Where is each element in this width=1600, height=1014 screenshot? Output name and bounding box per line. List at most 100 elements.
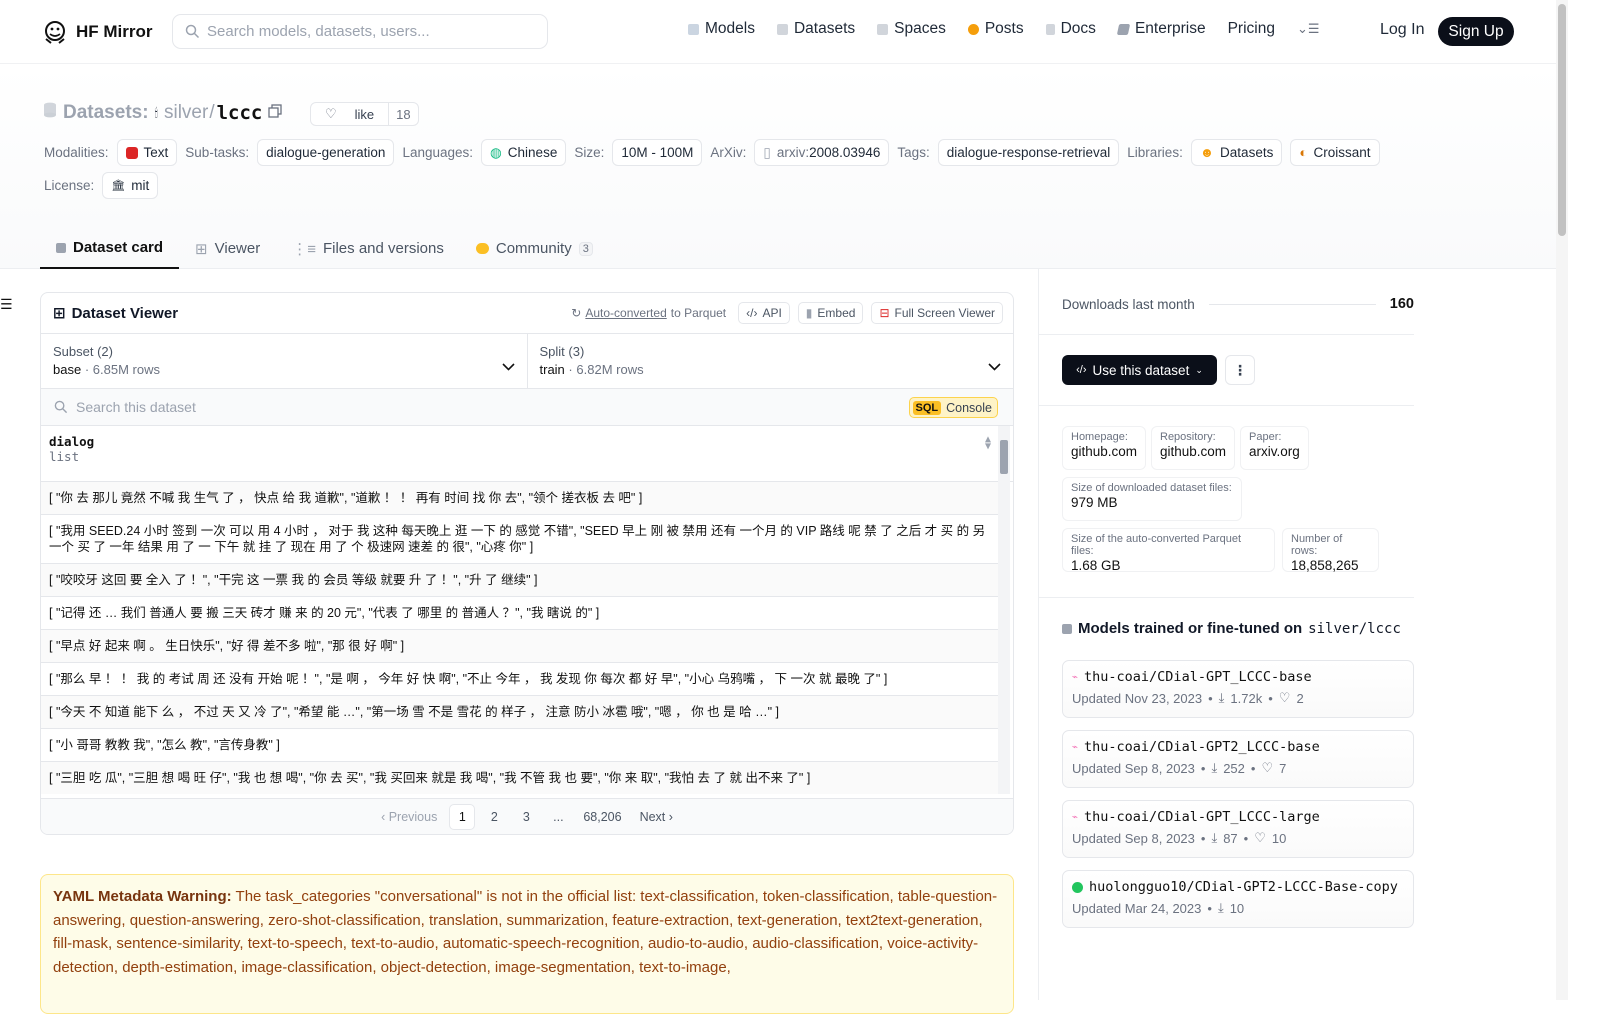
tab-files[interactable]: ⋮≡ Files and versions	[276, 228, 460, 269]
dataset-viewer: ⊞ Dataset Viewer ↻ Auto-converted to Parque…	[40, 292, 1014, 835]
models-title-text: Models trained or fine-tuned on	[1078, 620, 1303, 637]
model-downloads: 1.72k	[1230, 690, 1263, 706]
fullscreen-label: Full Screen Viewer	[894, 306, 996, 320]
models-repo: silver/lccc	[1308, 620, 1401, 637]
table-scrollbar[interactable]	[998, 426, 1010, 794]
models-icon	[688, 23, 699, 35]
split-value-wrap: train · 6.82M rows	[540, 362, 1002, 377]
column-type: list	[49, 449, 80, 464]
subtasks-label: Sub-tasks:	[185, 145, 250, 160]
sql-console-button[interactable]: SQL Console	[908, 397, 998, 418]
tab-viewer[interactable]: ⊞ Viewer	[179, 228, 276, 269]
previous-page-button[interactable]: ‹ Previous	[375, 804, 443, 830]
table-row[interactable]: [ "记得 还 … 我们 普通人 要 搬 三天 砖才 赚 来 的 20 元", …	[41, 597, 999, 630]
model-updated: Updated Sep 8, 2023	[1072, 830, 1195, 846]
downloads-stat: Downloads last month 160	[1062, 296, 1414, 312]
language-chip[interactable]: ◍ Chinese	[481, 139, 567, 166]
homepage-label: Homepage:	[1071, 431, 1128, 443]
download-icon: ⤓	[1211, 830, 1218, 845]
sort-icon[interactable]: ▲ ▼	[985, 435, 991, 452]
arxiv-label: ArXiv:	[710, 145, 747, 160]
arxiv-id: 2008.03946	[809, 145, 881, 160]
subset-select[interactable]: Subset (2) base · 6.85M rows	[41, 334, 527, 388]
dataset-card-icon	[56, 242, 66, 253]
auto-converted-link[interactable]: Auto-converted	[585, 306, 666, 320]
dataset-search-input[interactable]: Search this dataset SQL Console	[41, 389, 1013, 426]
split-select[interactable]: Split (3) train · 6.82M rows	[526, 334, 1014, 388]
model-name: huolongguo10/CDial-GPT2-LCCC-Base-copy	[1089, 879, 1398, 895]
global-search-input[interactable]: Search models, datasets, users...	[172, 14, 548, 49]
library-croissant-chip[interactable]: ◐ Croissant	[1290, 139, 1380, 166]
breadcrumb-repo[interactable]: lccc	[217, 102, 263, 124]
nav-posts[interactable]: Posts	[967, 20, 1024, 38]
modality-chip[interactable]: Text	[116, 139, 178, 166]
like-label-wrap: ♡ like	[311, 103, 388, 125]
model-likes: 7	[1279, 760, 1287, 776]
model-card[interactable]: ⌁ thu-coai/CDial-GPT_LCCC-base Updated Nov…	[1062, 660, 1414, 718]
subtask-chip[interactable]: dialogue-generation	[257, 139, 395, 166]
table-row[interactable]: [ "咬咬牙 这回 要 全入 了 ！", "干完 这 一票 我 的 会员 等级 …	[41, 564, 999, 597]
license-label: License:	[44, 178, 95, 193]
scroll-thumb[interactable]	[1000, 440, 1008, 474]
breadcrumb-owner[interactable]: silver	[164, 102, 208, 124]
toc-menu-icon[interactable]: ☰	[0, 296, 13, 313]
embed-button[interactable]: ▮ Embed	[797, 302, 864, 324]
tab-dataset-card[interactable]: Dataset card	[40, 228, 180, 269]
license-chip[interactable]: 🏛 mit	[102, 172, 159, 199]
page-1-button[interactable]: 1	[449, 803, 476, 830]
model-card[interactable]: ⌁ thu-coai/CDial-GPT_LCCC-large Updated Se…	[1062, 800, 1414, 858]
table-row[interactable]: [ "我用 SEED.24 小时 签到 一次 可以 用 4 小时 ， 对于 我 …	[41, 515, 999, 564]
page-3-button[interactable]: 3	[513, 804, 539, 830]
page-ellipsis: ...	[553, 809, 564, 824]
nav-enterprise-label: Enterprise	[1134, 20, 1206, 37]
tab-community[interactable]: Community 3	[460, 228, 609, 269]
more-options-button[interactable]: ⋮	[1225, 355, 1255, 385]
nav-enterprise[interactable]: Enterprise	[1116, 20, 1206, 38]
downloads-label: Downloads last month	[1062, 296, 1195, 312]
signup-button[interactable]: Sign Up	[1438, 17, 1514, 46]
nav-docs[interactable]: Docs	[1045, 20, 1096, 38]
nav-pricing[interactable]: Pricing	[1228, 20, 1275, 38]
login-link[interactable]: Log In	[1380, 21, 1424, 39]
fullscreen-viewer-button[interactable]: ⊟ Full Screen Viewer	[871, 302, 1003, 324]
brand-logo[interactable]: HF Mirror	[42, 19, 153, 45]
table-row[interactable]: [ "早点 好 起来 啊 。 生日快乐", "好 得 差不多 啦", "那 很 …	[41, 630, 999, 663]
subset-value-wrap: base · 6.85M rows	[53, 362, 515, 377]
table-row[interactable]: [ "你 去 那儿 竟然 不喊 我 生气 了 ， 快点 给 我 道歉", "道歉…	[41, 482, 999, 515]
library-datasets-chip[interactable]: ☻ Datasets	[1190, 139, 1283, 166]
copy-icon[interactable]	[268, 102, 283, 124]
model-card[interactable]: huolongguo10/CDial-GPT2-LCCC-Base-copy Up…	[1062, 870, 1414, 928]
to-parquet-text: to Parquet	[670, 306, 727, 320]
use-this-dataset-button[interactable]: ‹/› Use this dataset ⌄	[1062, 355, 1217, 385]
table-row[interactable]: [ "今天 不 知道 能下 么 ， 不过 天 又 冷 了", "希望 能 …",…	[41, 696, 999, 729]
like-button[interactable]: ♡ like 18	[310, 102, 419, 126]
arxiv-chip[interactable]: ▯ arxiv: 2008.03946	[754, 139, 890, 166]
nav-spaces[interactable]: Spaces	[877, 20, 946, 38]
column-header[interactable]: dialog list ▲ ▼	[41, 426, 1013, 482]
page-scroll-thumb[interactable]	[1558, 4, 1566, 236]
table-row[interactable]: [ "三胆 吃 瓜", "三胆 想 喝 旺 仔", "我 也 想 喝", "你 …	[41, 762, 999, 794]
model-card[interactable]: ⌁ thu-coai/CDial-GPT2_LCCC-base Updated Se…	[1062, 730, 1414, 788]
more-menu-button[interactable]: ⌄☰	[1297, 21, 1320, 37]
page-2-button[interactable]: 2	[481, 804, 507, 830]
last-page-button[interactable]: 68,206	[577, 804, 627, 830]
breadcrumb-section[interactable]: Datasets:	[63, 102, 149, 124]
api-button[interactable]: ‹/› API	[738, 302, 790, 324]
homepage-info[interactable]: Homepage: github.com	[1062, 426, 1147, 470]
size-chip[interactable]: 10M - 100M	[612, 139, 703, 166]
model-stats: Updated Sep 8, 2023 • ⤓ 87 • ♡ 10	[1072, 830, 1404, 846]
row-count-info: Number of rows: 18,858,265	[1282, 528, 1379, 573]
tag-chip[interactable]: dialogue-response-retrieval	[937, 139, 1120, 166]
repository-info[interactable]: Repository: github.com	[1151, 426, 1236, 470]
paper-info[interactable]: Paper: arxiv.org	[1240, 426, 1309, 470]
nav-datasets[interactable]: Datasets	[776, 20, 855, 38]
license-text: mit	[131, 178, 150, 193]
table-row[interactable]: [ "那么 早 ！ ！ 我 的 考试 周 还 没有 开始 呢 ！", "是 啊 …	[41, 663, 999, 696]
heart-icon: ♡	[1254, 830, 1266, 845]
table-row[interactable]: [ "小 哥哥 教教 我", "怎么 教", "言传身教" ]	[41, 729, 999, 762]
page-scrollbar[interactable]	[1556, 0, 1568, 1000]
viewer-actions: ↻ Auto-converted to Parquet ‹/› API ▮ Embed …	[571, 302, 1003, 324]
nav-models[interactable]: Models	[688, 20, 755, 38]
repo-tabs: Dataset card ⊞ Viewer ⋮≡ Files and version…	[40, 228, 609, 269]
next-page-button[interactable]: Next ›	[634, 804, 679, 830]
